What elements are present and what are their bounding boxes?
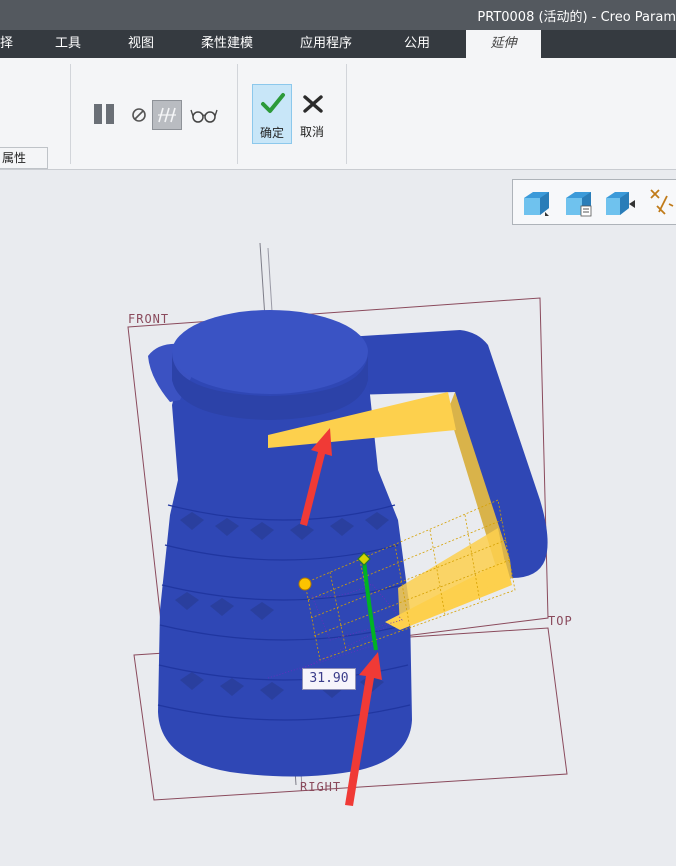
pause-button[interactable] bbox=[90, 100, 118, 128]
front-plane-label: FRONT bbox=[128, 312, 170, 326]
ribbon-tabs: 择 工具 视图 柔性建模 应用程序 公用 延伸 bbox=[0, 30, 676, 58]
ribbon-separator bbox=[70, 64, 71, 164]
ok-label: 确定 bbox=[260, 126, 285, 140]
saved-views-button[interactable] bbox=[561, 186, 595, 220]
ok-button[interactable]: 确定 bbox=[252, 84, 292, 144]
view-cube-button[interactable] bbox=[519, 186, 553, 220]
window-title: PRT0008 (活动的) - Creo Param bbox=[477, 10, 676, 25]
tab-view[interactable]: 视图 bbox=[128, 30, 154, 58]
reorient-icon bbox=[606, 192, 635, 215]
ribbon-separator bbox=[237, 64, 238, 164]
title-bar: PRT0008 (活动的) - Creo Param bbox=[0, 0, 676, 30]
right-plane-label: RIGHT bbox=[300, 780, 342, 794]
tab-extend[interactable]: 延伸 bbox=[466, 30, 541, 58]
verify-icon bbox=[158, 107, 176, 123]
model-canvas[interactable] bbox=[0, 171, 676, 866]
cube-icon bbox=[524, 192, 549, 216]
distance-drag-handle bbox=[298, 577, 312, 591]
tab-applications[interactable]: 应用程序 bbox=[300, 30, 352, 58]
top-plane-label: TOP bbox=[548, 614, 573, 628]
no-preview-icon bbox=[132, 108, 146, 122]
dimension-value-box[interactable]: 31.90 bbox=[302, 668, 356, 690]
ribbon-separator bbox=[346, 64, 347, 164]
tab-flexible-modeling[interactable]: 柔性建模 bbox=[201, 30, 253, 58]
reorient-button[interactable] bbox=[603, 186, 637, 220]
checkmark-icon bbox=[261, 93, 285, 113]
pause-icon bbox=[94, 104, 114, 124]
tab-common[interactable]: 公用 bbox=[404, 30, 430, 58]
jug-lid bbox=[172, 310, 368, 394]
saved-views-icon bbox=[566, 192, 592, 217]
datum-display-icon bbox=[650, 189, 674, 215]
preview-glasses-button[interactable] bbox=[188, 102, 220, 128]
glasses-icon bbox=[190, 109, 218, 123]
extend-surface-fill bbox=[398, 528, 508, 628]
tab-annotate[interactable]: 择 bbox=[0, 30, 13, 58]
datum-display-button[interactable] bbox=[645, 186, 676, 220]
properties-tab[interactable]: 属性 bbox=[0, 147, 48, 169]
cancel-button[interactable]: 取消 bbox=[296, 84, 330, 144]
verify-button[interactable] bbox=[152, 100, 182, 130]
no-preview-button[interactable] bbox=[128, 104, 150, 126]
cancel-label: 取消 bbox=[300, 125, 325, 139]
close-icon bbox=[303, 95, 323, 113]
tab-tools[interactable]: 工具 bbox=[55, 30, 81, 58]
ribbon-panel bbox=[0, 58, 676, 170]
graphics-viewport[interactable]: FRONT TOP RIGHT bbox=[0, 171, 676, 866]
view-toolbar bbox=[512, 179, 676, 225]
